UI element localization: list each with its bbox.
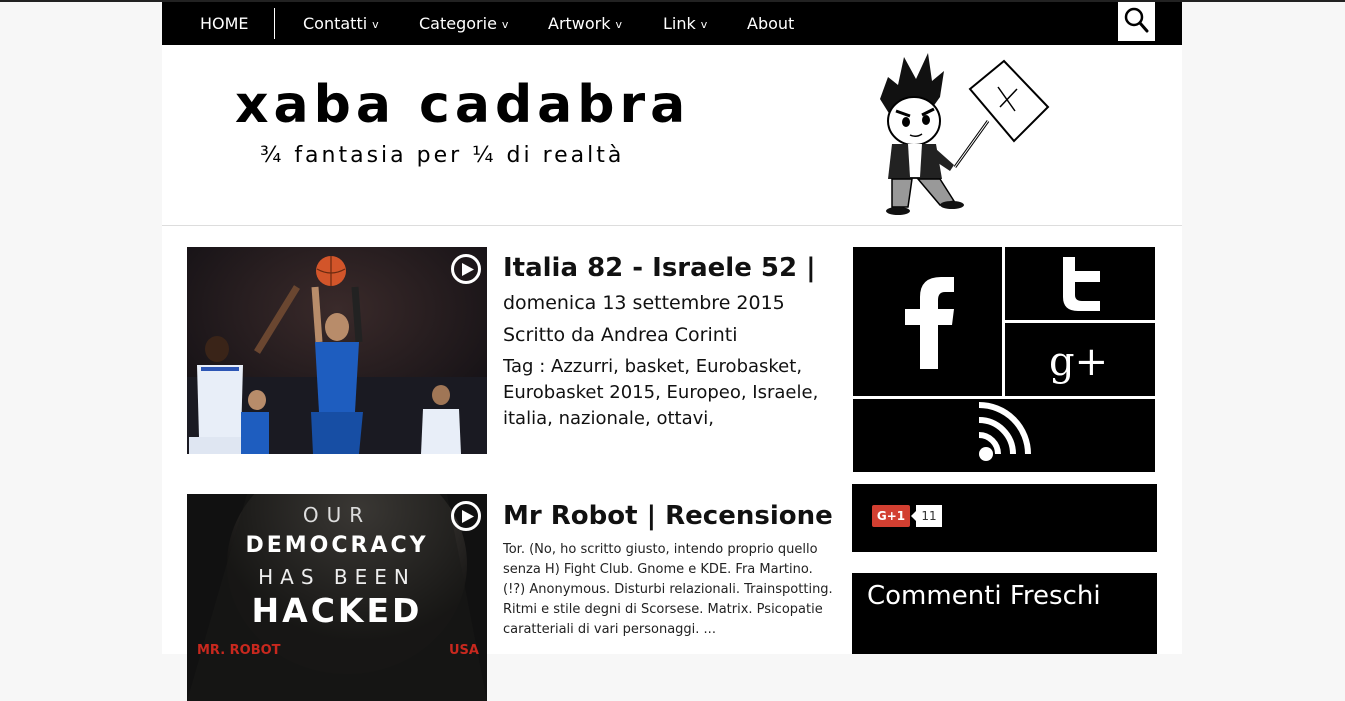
nav-about-label: About: [747, 14, 795, 33]
nav-about[interactable]: About: [747, 2, 794, 45]
tag-link[interactable]: nazionale: [559, 408, 645, 429]
post-body: Italia 82 - Israele 52 | domenica 13 set…: [503, 247, 833, 436]
comments-title: Commenti Freschi: [867, 581, 1101, 611]
site-tagline: ¾ fantasia per ¼ di realtà: [260, 143, 625, 168]
nav-contatti-label: Contatti: [303, 14, 368, 33]
nav-artwork-label: Artwork: [548, 14, 611, 33]
twitter-link[interactable]: [1005, 247, 1155, 320]
rss-link[interactable]: [853, 399, 1155, 472]
chevron-down-icon: v: [501, 18, 509, 31]
post-thumbnail[interactable]: OUR DEMOCRACY HAS BEEN HACKED MR. ROBOT …: [187, 494, 487, 701]
nav-home[interactable]: HOME: [200, 2, 249, 45]
tag-link[interactable]: Israele: [752, 382, 812, 403]
mr-robot-poster: OUR DEMOCRACY HAS BEEN HACKED MR. ROBOT …: [187, 494, 487, 701]
tag-link[interactable]: italia: [503, 408, 547, 429]
nav-categorie[interactable]: Categorie v: [419, 2, 508, 45]
gplus-widget: G+1 11: [852, 484, 1157, 552]
nav-artwork[interactable]: Artwork v: [548, 2, 622, 45]
facebook-icon: [905, 277, 954, 369]
post-excerpt: Tor. (No, ho scritto giusto, intendo pro…: [503, 542, 833, 637]
poster-line: OUR: [303, 503, 371, 527]
gplus-count: 11: [911, 505, 942, 527]
comments-widget: Commenti Freschi: [852, 573, 1157, 654]
basketball-photo: [187, 247, 487, 454]
nav-home-label: HOME: [200, 14, 249, 33]
tag-link[interactable]: Eurobasket 2015: [503, 382, 655, 403]
poster-brand: MR. ROBOT: [197, 643, 281, 658]
twitter-icon: [1063, 257, 1100, 311]
poster-line: HAS BEEN: [258, 565, 416, 589]
tag-link[interactable]: pallacanestro: [503, 434, 624, 436]
chevron-down-icon: v: [372, 18, 379, 31]
play-icon: [451, 501, 481, 531]
post-tags: Tag : Azzurri, basket, Eurobasket, Eurob…: [503, 354, 833, 436]
post-card: OUR DEMOCRACY HAS BEEN HACKED MR. ROBOT …: [187, 494, 833, 701]
post-card: Italia 82 - Israele 52 | domenica 13 set…: [187, 247, 827, 462]
search-button[interactable]: [1118, 2, 1155, 41]
nav-link-label: Link: [663, 14, 696, 33]
tags-label: Tag :: [503, 356, 546, 377]
poster-network: USA: [449, 643, 479, 658]
play-icon: [451, 254, 481, 284]
site-title[interactable]: xaba cadabra: [235, 75, 690, 135]
facebook-link[interactable]: [853, 247, 1002, 396]
post-date: domenica 13 settembre 2015: [503, 292, 785, 314]
tag-link[interactable]: basket: [625, 356, 685, 377]
poster-line: HACKED: [252, 591, 423, 630]
tag-link[interactable]: sport: [636, 434, 682, 436]
nav-contatti[interactable]: Contatti v: [303, 2, 379, 45]
rss-icon: [978, 402, 1031, 461]
poster-line: DEMOCRACY: [245, 533, 428, 558]
nav-link[interactable]: Link v: [663, 2, 707, 45]
tag-link[interactable]: Azzurri: [551, 356, 613, 377]
post-body: Mr Robot | Recensione Tor. (No, ho scrit…: [503, 494, 833, 640]
page-container: HOME Contatti v Categorie v Artwork v Link v…: [162, 2, 1182, 701]
tag-link[interactable]: Europeo: [667, 382, 741, 403]
nav-divider: [274, 8, 275, 39]
chevron-down-icon: v: [615, 18, 623, 31]
nav-categorie-label: Categorie: [419, 14, 497, 33]
post-title[interactable]: Italia 82 - Israele 52 |: [503, 252, 833, 284]
post-author: Scritto da Andrea Corinti: [503, 324, 738, 346]
google-plus-link[interactable]: g+: [1005, 323, 1155, 396]
chevron-down-icon: v: [700, 18, 708, 31]
site-header: xaba cadabra ¾ fantasia per ¼ di realtà: [162, 45, 1182, 225]
mascot-illustration: [880, 53, 1050, 215]
post-title[interactable]: Mr Robot | Recensione: [503, 500, 833, 532]
svg-text:g+: g+: [1049, 339, 1108, 385]
gplus-button[interactable]: G+1: [872, 505, 910, 527]
tag-link[interactable]: Eurobasket: [696, 356, 797, 377]
search-icon: [1124, 7, 1149, 33]
post-thumbnail[interactable]: [187, 247, 487, 454]
header-divider: [162, 225, 1182, 226]
google-plus-icon: g+: [1049, 339, 1108, 385]
main-nav: HOME Contatti v Categorie v Artwork v Link v…: [162, 2, 1182, 45]
tag-link[interactable]: ottavi: [656, 408, 708, 429]
